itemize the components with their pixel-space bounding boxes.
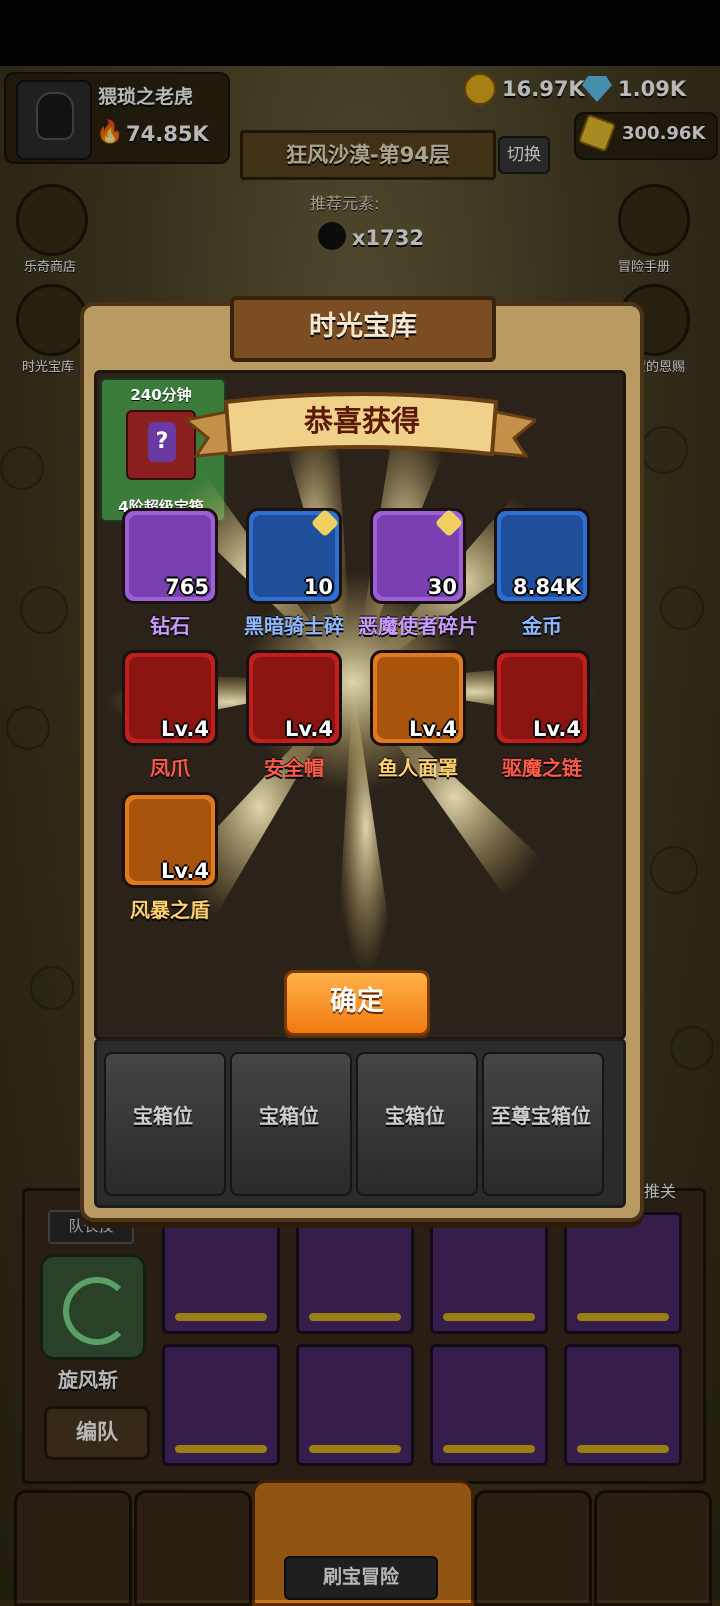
reward-level: Lv.4 — [533, 717, 581, 741]
reward-name: 金币 — [522, 614, 562, 638]
chest-slot-label: 宝箱位 — [259, 1104, 319, 1128]
reward-count: 765 — [165, 575, 209, 599]
premium-chest-slot-label: 至尊宝箱位 — [491, 1104, 591, 1128]
reward-level: Lv.4 — [161, 859, 209, 883]
congrats-text: 恭喜获得 — [303, 404, 420, 438]
chest-slot-label: 宝箱位 — [385, 1104, 445, 1128]
reward-item[interactable]: Lv.4 — [246, 650, 342, 746]
reward-name: 黑暗骑士碎 — [244, 614, 344, 638]
reward-level: Lv.4 — [285, 717, 333, 741]
reward-item[interactable]: Lv.4 — [122, 650, 218, 746]
reward-item[interactable]: 8.84K — [494, 508, 590, 604]
reward-item[interactable]: Lv.4 — [370, 650, 466, 746]
reward-item[interactable]: 10 — [246, 508, 342, 604]
reward-count: 10 — [303, 575, 333, 599]
reward-count: 8.84K — [512, 575, 581, 599]
reward-name: 安全帽 — [264, 756, 324, 780]
reward-item[interactable]: Lv.4 — [122, 792, 218, 888]
reward-name: 钻石 — [150, 614, 190, 638]
reward-name: 鱼人面罩 — [378, 756, 458, 780]
confirm-button[interactable]: 确定 — [284, 970, 430, 1036]
reward-name: 驱魔之链 — [502, 756, 582, 780]
reward-level: Lv.4 — [161, 717, 209, 741]
reward-level: Lv.4 — [409, 717, 457, 741]
reward-item[interactable]: Lv.4 — [494, 650, 590, 746]
reward-item[interactable]: 30 — [370, 508, 466, 604]
reward-name: 凤爪 — [150, 756, 190, 780]
reward-count: 30 — [427, 575, 457, 599]
reward-name: 风暴之盾 — [130, 898, 210, 922]
reward-name: 恶魔使者碎片 — [358, 614, 478, 638]
reward-item[interactable]: 765 — [122, 508, 218, 604]
chest-slot-label: 宝箱位 — [133, 1104, 193, 1128]
modal-title: 时光宝库 — [309, 311, 417, 342]
